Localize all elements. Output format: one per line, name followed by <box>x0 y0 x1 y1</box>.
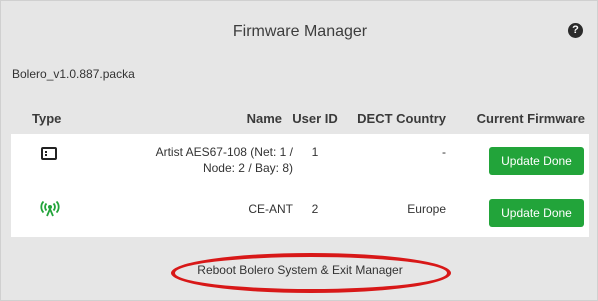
beltpack-icon <box>41 147 57 165</box>
antenna-icon <box>40 200 60 222</box>
question-circle-icon[interactable]: ? <box>568 23 583 38</box>
update-done-button[interactable]: Update Done <box>489 199 584 227</box>
reboot-and-exit-link[interactable]: Reboot Bolero System & Exit Manager <box>1 263 598 277</box>
column-header-current-firmware: Current Firmware <box>476 111 585 126</box>
column-header-type: Type <box>32 111 62 126</box>
dialog-title: Firmware Manager <box>232 23 368 40</box>
device-name: CE-ANT <box>248 202 293 216</box>
column-header-dect-country: DECT Country <box>357 111 446 126</box>
device-name-line-2: Node: 2 / Bay: 8) <box>202 161 293 175</box>
user-id: 1 <box>311 145 319 159</box>
update-done-button[interactable]: Update Done <box>489 147 584 175</box>
dect-country: - <box>442 145 446 159</box>
devices-table: Artist AES67-108 (Net: 1 / Node: 2 / Bay… <box>11 134 589 237</box>
column-header-user-id: User ID <box>292 111 338 126</box>
package-file-name: Bolero_v1.0.887.packa <box>12 67 135 81</box>
user-id: 2 <box>311 202 319 216</box>
device-name-line-1: Artist AES67-108 (Net: 1 / <box>155 145 293 159</box>
dect-country: Europe <box>407 202 446 216</box>
column-header-name: Name <box>246 111 282 126</box>
firmware-manager-dialog: Firmware Manager ? Bolero_v1.0.887.packa… <box>0 0 598 301</box>
